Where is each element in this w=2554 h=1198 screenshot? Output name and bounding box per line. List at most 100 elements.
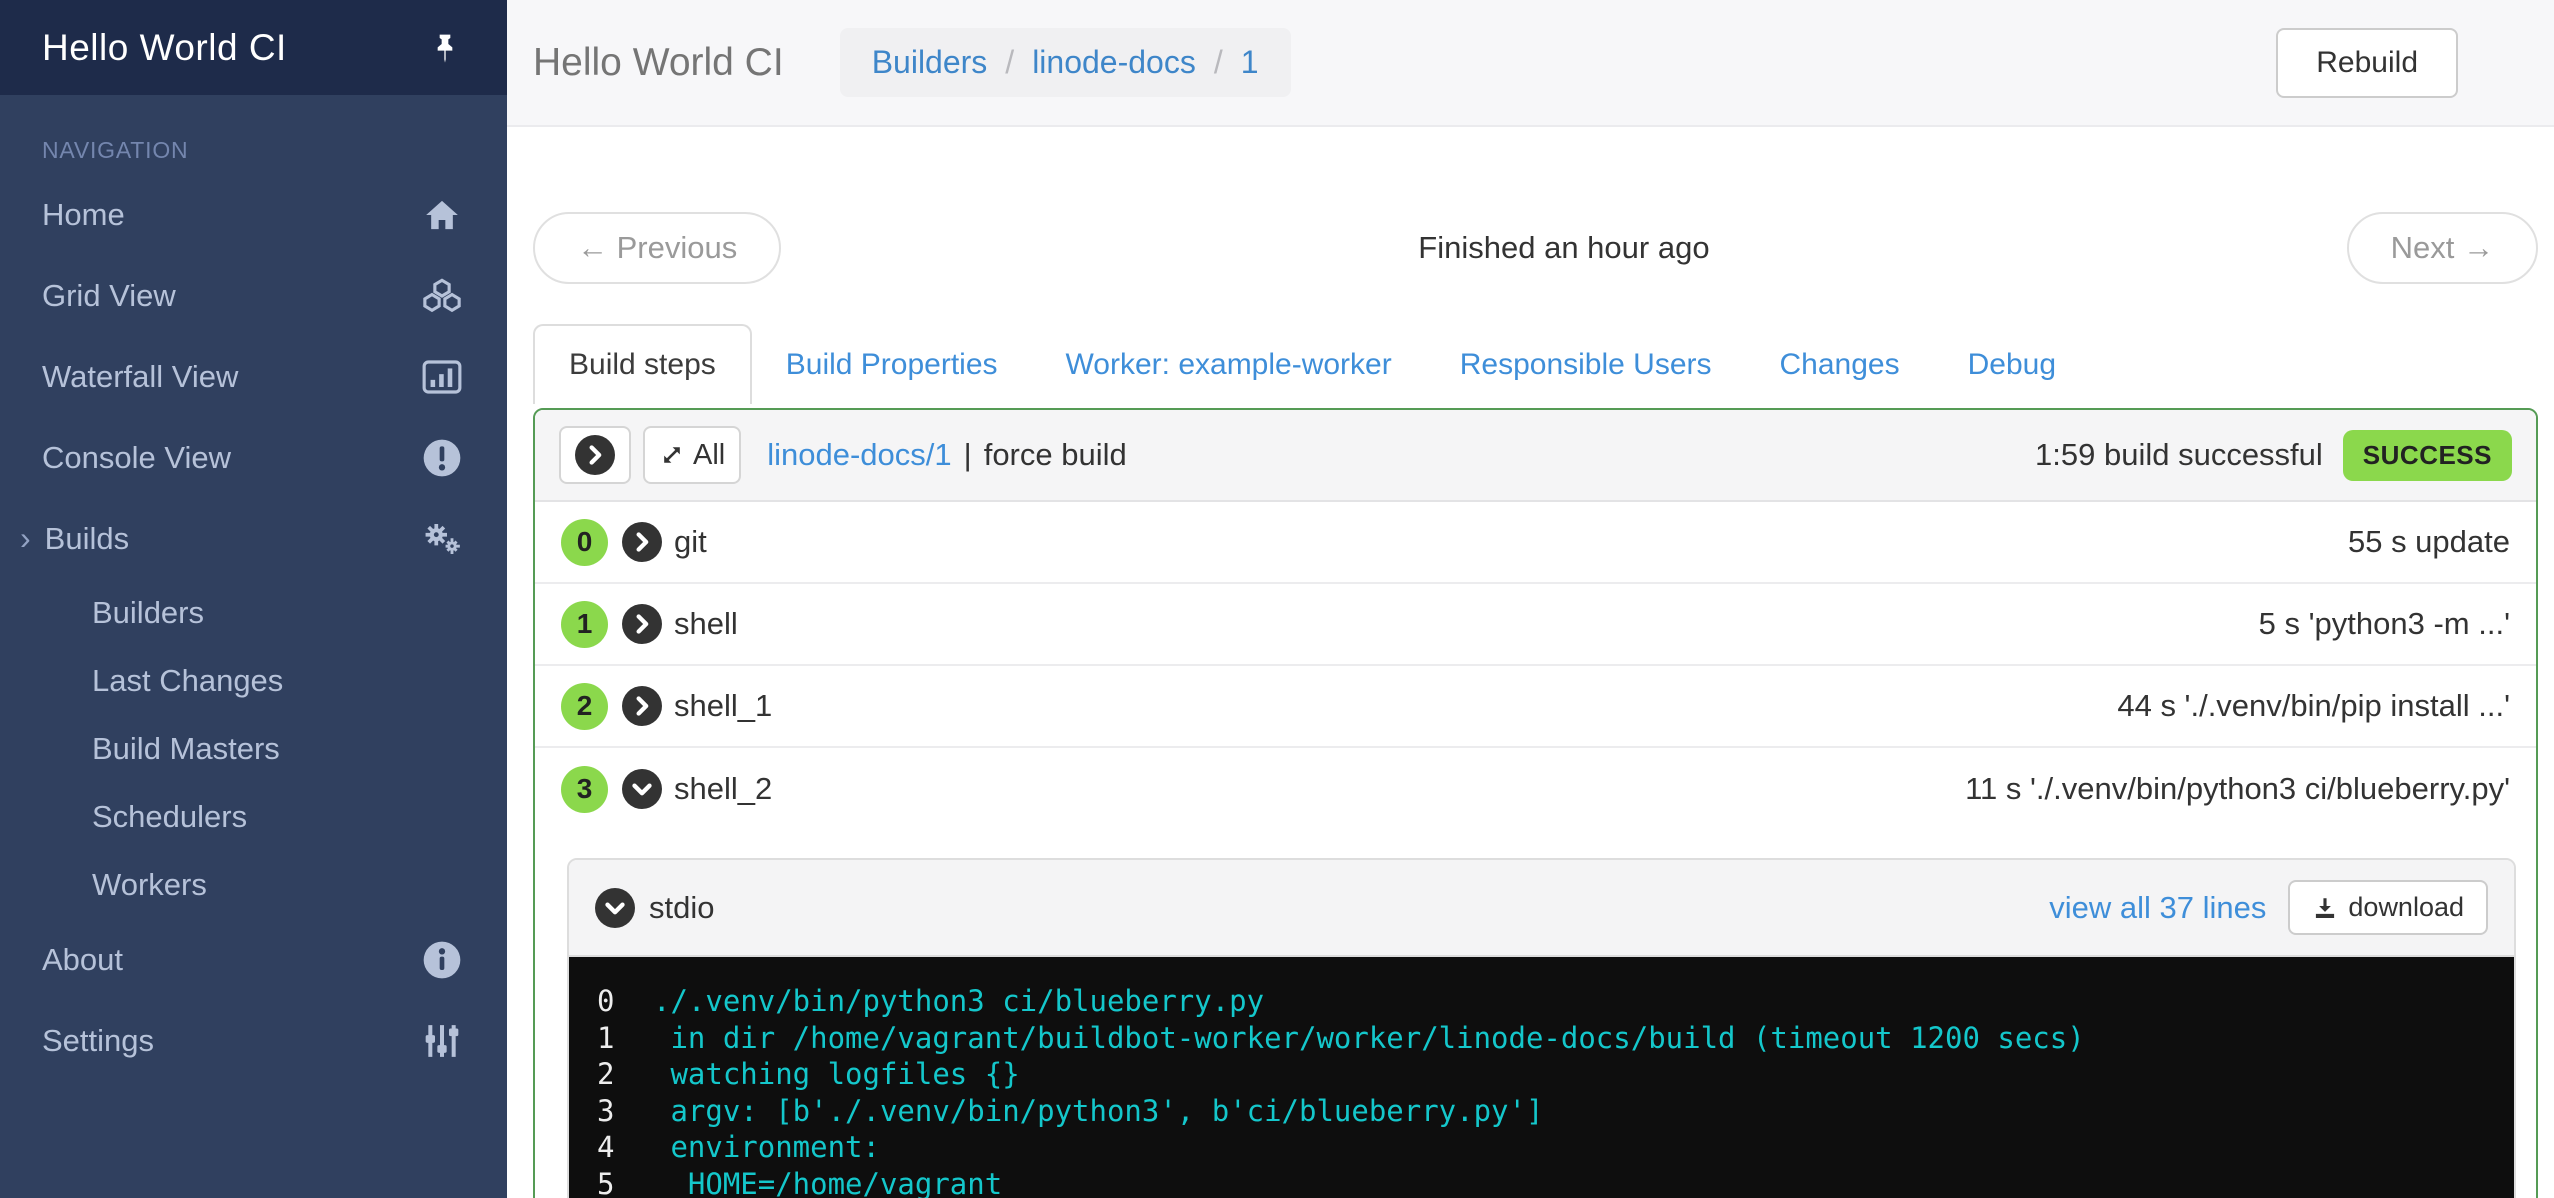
sidebar-item-workers[interactable]: Workers [0, 851, 507, 919]
build-summary-right: 1:59 build successful SUCCESS [2035, 430, 2512, 481]
build-finished-status: Finished an hour ago [781, 230, 2346, 266]
sidebar-item-label: Waterfall View [42, 359, 238, 395]
expand-all-button[interactable]: All [643, 426, 741, 484]
step-number-badge: 1 [561, 601, 608, 648]
breadcrumb-builder-link[interactable]: linode-docs [1032, 44, 1196, 81]
stdio-title: stdio [649, 890, 714, 926]
breadcrumb: Builders / linode-docs / 1 [840, 28, 1291, 97]
waterfall-chart-icon [421, 356, 463, 398]
sidebar-item-label: Workers [92, 867, 207, 903]
sidebar-item-builders[interactable]: Builders [0, 579, 507, 647]
sidebar-item-label: Console View [42, 440, 231, 476]
build-nav-row: ← Previous Finished an hour ago Next → [533, 212, 2538, 284]
info-circle-icon [421, 939, 463, 981]
log-line-number[interactable]: 3 [597, 1093, 653, 1130]
step-detail: 44 s './.venv/bin/pip install ...' [2117, 688, 2510, 724]
previous-build-button[interactable]: ← Previous [533, 212, 781, 284]
sidebar-item-waterfall-view[interactable]: Waterfall View [0, 336, 507, 417]
step-row-shell[interactable]: 1 shell 5 s 'python3 -m ...' [535, 584, 2536, 666]
log-line-text: argv: [b'./.venv/bin/python3', b'ci/blue… [653, 1093, 1543, 1130]
breadcrumb-separator: / [1005, 44, 1014, 81]
build-tabs: Build steps Build Properties Worker: exa… [533, 324, 2538, 404]
chevron-right-circle-icon[interactable] [622, 686, 662, 726]
log-line-number[interactable]: 2 [597, 1056, 653, 1093]
collapse-toggle-button[interactable] [559, 426, 631, 484]
cubes-icon [421, 275, 463, 317]
breadcrumb-build-number-link[interactable]: 1 [1241, 44, 1259, 81]
log-line-number[interactable]: 1 [597, 1020, 653, 1057]
view-all-lines-link[interactable]: view all 37 lines [2049, 890, 2266, 926]
download-icon [2312, 895, 2338, 921]
next-build-button[interactable]: Next → [2347, 212, 2538, 284]
download-button[interactable]: download [2288, 880, 2488, 935]
tab-build-steps[interactable]: Build steps [533, 324, 752, 404]
sidebar-item-label: Builders [92, 595, 204, 631]
app-title[interactable]: Hello World CI [42, 27, 287, 69]
tab-worker[interactable]: Worker: example-worker [1032, 326, 1426, 404]
log-line: 3 argv: [b'./.venv/bin/python3', b'ci/bl… [597, 1093, 2486, 1130]
exclamation-circle-icon [421, 437, 463, 479]
tab-build-properties[interactable]: Build Properties [752, 326, 1032, 404]
sidebar-item-last-changes[interactable]: Last Changes [0, 647, 507, 715]
rebuild-button[interactable]: Rebuild [2276, 28, 2458, 98]
stdio-terminal: 0./.venv/bin/python3 ci/blueberry.py 1 i… [569, 957, 2514, 1198]
chevron-down-circle-icon[interactable] [622, 769, 662, 809]
builder-build-link[interactable]: linode-docs/1 [767, 437, 951, 473]
log-line: 4 environment: [597, 1129, 2486, 1166]
breadcrumb-builders-link[interactable]: Builders [872, 44, 988, 81]
sidebar-item-builds[interactable]: › Builds [0, 498, 507, 579]
step-number-badge: 2 [561, 683, 608, 730]
sidebar-item-label: Schedulers [92, 799, 247, 835]
sliders-icon [421, 1020, 463, 1062]
log-line-number[interactable]: 4 [597, 1129, 653, 1166]
sidebar-item-label: Settings [42, 1023, 154, 1059]
log-line-text: environment: [653, 1129, 880, 1166]
sidebar-item-about[interactable]: About [0, 919, 507, 1000]
log-line-text: ./.venv/bin/python3 ci/blueberry.py [653, 983, 1264, 1020]
sidebar-item-settings[interactable]: Settings [0, 1000, 507, 1081]
log-line-text: in dir /home/vagrant/buildbot-worker/wor… [653, 1020, 2085, 1057]
stdio-actions: view all 37 lines download [2049, 880, 2488, 935]
step-name: shell_1 [674, 688, 772, 724]
build-reason: force build [984, 437, 1127, 473]
sidebar-item-home[interactable]: Home [0, 174, 507, 255]
sidebar-item-console-view[interactable]: Console View [0, 417, 507, 498]
tab-changes[interactable]: Changes [1746, 326, 1934, 404]
log-line: 0./.venv/bin/python3 ci/blueberry.py [597, 983, 2486, 1020]
page-header: Hello World CI Builders / linode-docs / … [507, 0, 2554, 127]
sidebar-item-label: Home [42, 197, 125, 233]
tab-responsible-users[interactable]: Responsible Users [1426, 326, 1746, 404]
expand-all-label: All [693, 439, 725, 472]
step-row-shell-1[interactable]: 2 shell_1 44 s './.venv/bin/pip install … [535, 666, 2536, 748]
chevron-right-circle-icon[interactable] [622, 604, 662, 644]
log-line: 1 in dir /home/vagrant/buildbot-worker/w… [597, 1020, 2486, 1057]
download-label: download [2348, 892, 2464, 923]
sidebar-item-label: Last Changes [92, 663, 283, 699]
tab-debug[interactable]: Debug [1934, 326, 2090, 404]
chevron-right-circle-icon[interactable] [622, 522, 662, 562]
step-row-git[interactable]: 0 git 55 s update [535, 502, 2536, 584]
pin-icon[interactable] [429, 32, 461, 64]
sidebar-item-label: Build Masters [92, 731, 280, 767]
main-area: Hello World CI Builders / linode-docs / … [507, 0, 2554, 1198]
step-row-shell-2[interactable]: 3 shell_2 11 s './.venv/bin/python3 ci/b… [535, 748, 2536, 830]
log-line: 5 HOME=/home/vagrant [597, 1166, 2486, 1198]
stdio-heading: stdio view all 37 lines download [569, 860, 2514, 957]
build-panel-heading: All linode-docs/1 | force build 1:59 bui… [535, 410, 2536, 502]
chevron-down-circle-icon[interactable] [595, 888, 635, 928]
sidebar-item-label: About [42, 942, 123, 978]
step-name: git [674, 524, 707, 560]
sidebar-item-schedulers[interactable]: Schedulers [0, 783, 507, 851]
log-line-number[interactable]: 5 [597, 1166, 653, 1198]
sidebar-header: Hello World CI [0, 0, 507, 95]
sidebar: Hello World CI NAVIGATION Home Grid View… [0, 0, 507, 1198]
log-line-number[interactable]: 0 [597, 983, 653, 1020]
step-number-badge: 3 [561, 766, 608, 813]
content: ← Previous Finished an hour ago Next → B… [507, 127, 2554, 1198]
sidebar-item-build-masters[interactable]: Build Masters [0, 715, 507, 783]
log-line: 2 watching logfiles {} [597, 1056, 2486, 1093]
sidebar-item-label: Grid View [42, 278, 176, 314]
chevron-right-icon[interactable]: › [20, 520, 31, 557]
breadcrumb-separator: / [1214, 44, 1223, 81]
sidebar-item-grid-view[interactable]: Grid View [0, 255, 507, 336]
